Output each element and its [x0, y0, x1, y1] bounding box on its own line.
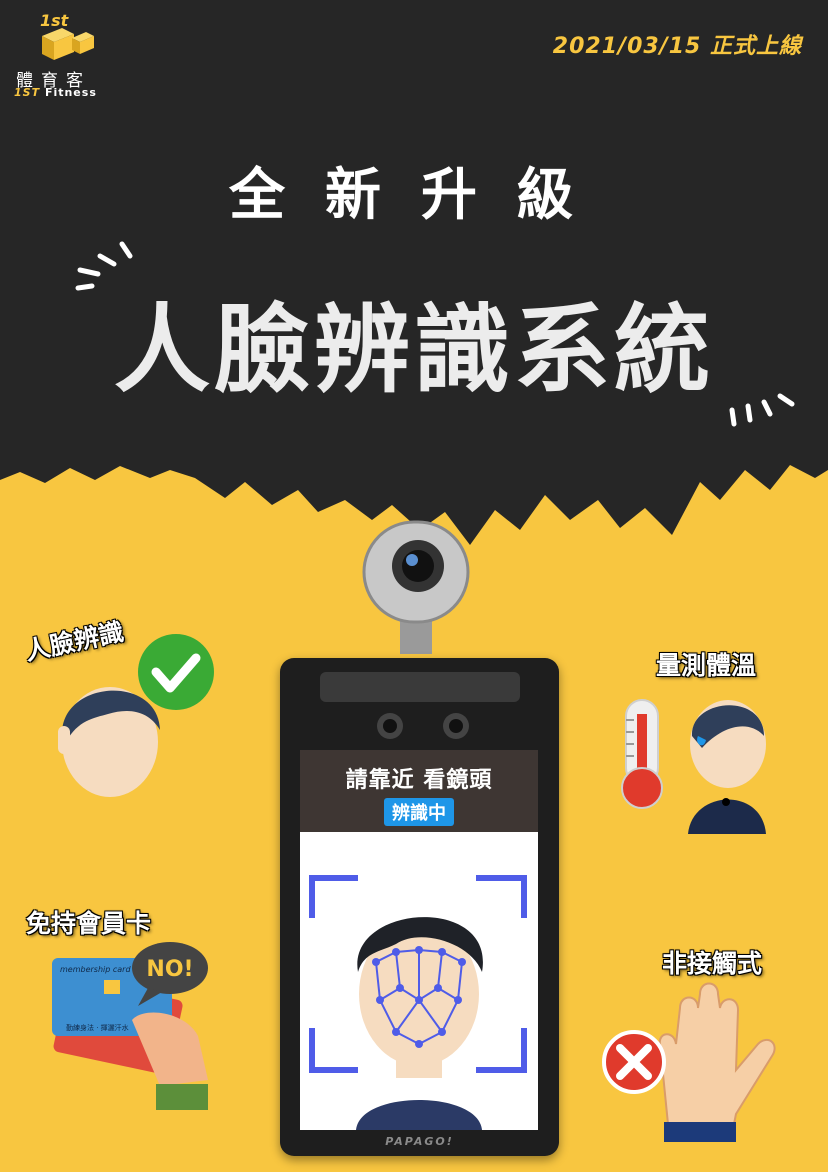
no-touch-hand-icon: [602, 982, 776, 1142]
camera-icon: [362, 520, 470, 654]
device-brand: PAPAGO!: [385, 1135, 454, 1148]
thermometer-person-icon: [621, 699, 766, 834]
face-recognition-terminal: 請靠近 看鏡頭 辨識中 PAPAGO!: [280, 658, 559, 1156]
feature-label-temperature: 量測體溫: [656, 651, 757, 680]
svg-text:NO!: NO!: [146, 957, 193, 982]
brand-logo: 1st 體育客 1ST Fitness: [12, 8, 132, 99]
membership-card-icon: membership card 會員卡 勤練身法 · 揮灑汗水 NO!: [52, 942, 208, 1110]
feature-label-no-card: 免持會員卡: [26, 909, 152, 938]
emphasis-lines-right: [729, 393, 795, 427]
logo-english-name: 1ST Fitness: [14, 86, 97, 99]
device-screen: 請靠近 看鏡頭 辨識中: [300, 750, 538, 1130]
sensor-bar: [320, 672, 520, 702]
dual-lens-icon: [377, 713, 469, 739]
recognition-status-badge: 辨識中: [384, 798, 454, 826]
svg-text:勤練身法 · 揮灑汗水: 勤練身法 · 揮灑汗水: [66, 1023, 129, 1032]
logo-boxes-icon: 1st: [40, 11, 94, 60]
face-scan-illustration: [309, 875, 527, 1130]
face-check-icon: [58, 634, 214, 797]
launch-date: 2021/03/15 正式上線: [552, 34, 802, 59]
emphasis-lines-left: [75, 241, 133, 291]
screen-header: 請靠近 看鏡頭 辨識中: [300, 750, 538, 832]
headline-subtitle: 全新升級: [229, 163, 613, 228]
screen-prompt: 請靠近 看鏡頭: [345, 768, 493, 793]
svg-text:1st: 1st: [40, 11, 70, 30]
